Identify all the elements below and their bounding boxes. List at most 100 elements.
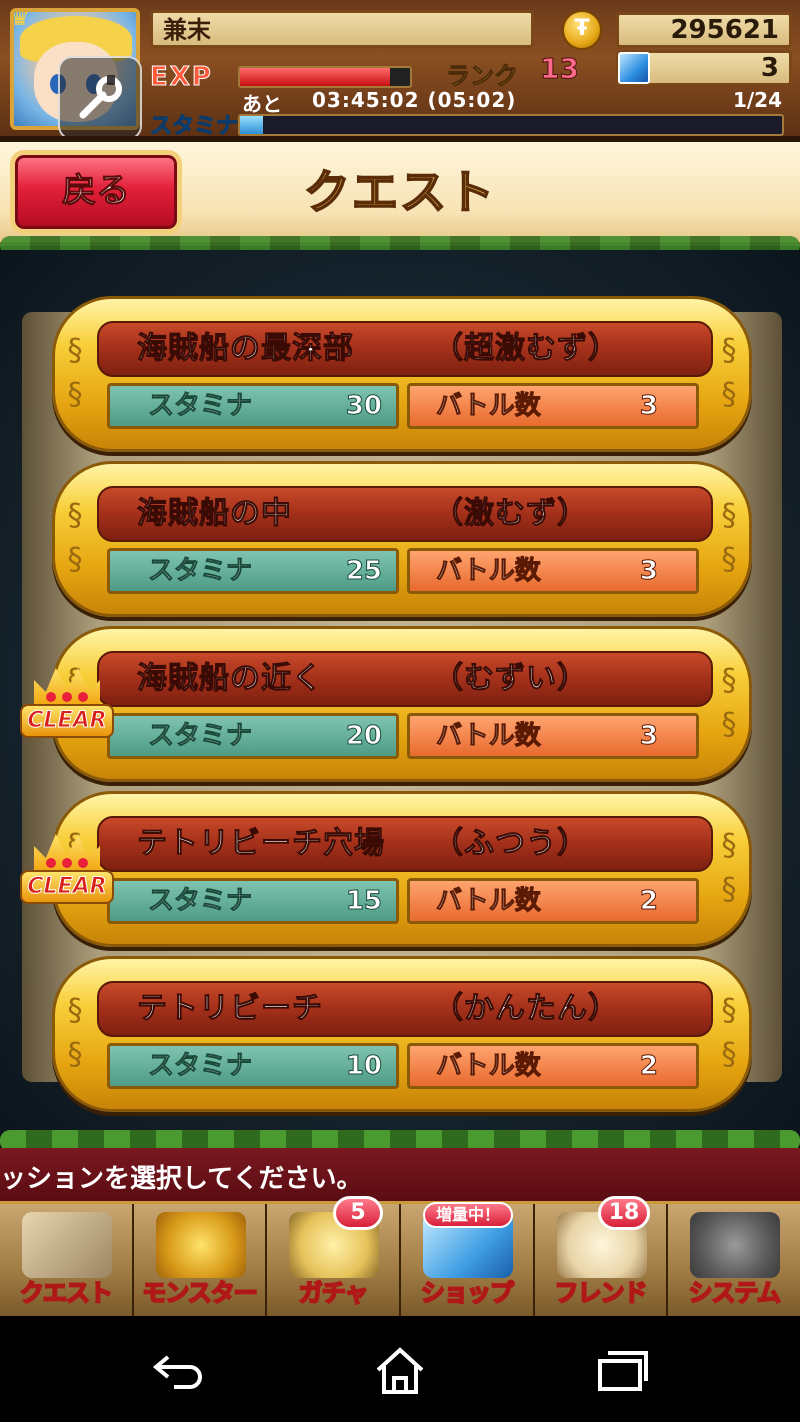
crown-icon bbox=[34, 834, 100, 874]
quest-difficulty: （超激むず） bbox=[433, 331, 619, 367]
nav-friend[interactable]: 18 フレンド bbox=[534, 1196, 669, 1316]
quest-difficulty: （むずい） bbox=[433, 661, 588, 697]
crown-jewel bbox=[78, 858, 88, 868]
quest-stamina: スタミナ 20 bbox=[107, 713, 399, 759]
stamina-label: スタミナ bbox=[149, 114, 239, 140]
curl-ornament: §§ bbox=[67, 993, 83, 1072]
shop-tag: 増量中！ bbox=[423, 1202, 514, 1228]
curl-ornament: §§ bbox=[721, 333, 737, 412]
nav-quest[interactable]: クエスト bbox=[0, 1204, 134, 1316]
exp-bar-fill bbox=[240, 68, 390, 86]
rank-label: ランク bbox=[446, 62, 519, 91]
quest-item[interactable]: § § § § 海賊船の最深部 （超激むず） スタミナ 30 バトル数 3 bbox=[52, 296, 752, 452]
quest-battles: バトル数 3 bbox=[407, 548, 699, 594]
quest-name: 海賊船の近く bbox=[137, 661, 323, 697]
exp-bar bbox=[238, 66, 412, 88]
quest-battles: バトル数 2 bbox=[407, 1043, 699, 1089]
gacha-badge: 5 bbox=[333, 1196, 384, 1230]
message-bar: ッションを選択してください。 bbox=[0, 1148, 800, 1204]
curl-ornament: §§ bbox=[721, 663, 737, 742]
battle-count-label: バトル数 bbox=[436, 886, 542, 917]
quest-difficulty: （激むず） bbox=[433, 496, 588, 532]
coin-count: 295621 bbox=[616, 12, 792, 48]
nav-monster[interactable]: モンスター bbox=[133, 1204, 268, 1316]
quest-stamina: スタミナ 10 bbox=[107, 1043, 399, 1089]
title-bar: 戻る クエスト bbox=[0, 142, 800, 246]
quest-name: テトリビーチ bbox=[137, 991, 323, 1027]
monster-icon bbox=[155, 1212, 246, 1278]
wrench-icon[interactable] bbox=[58, 56, 142, 140]
nav-shop[interactable]: 増量中！ ショップ bbox=[401, 1202, 535, 1316]
curl-ornament: §§ bbox=[721, 993, 737, 1072]
quest-map-icon bbox=[22, 1212, 112, 1278]
stamina-bar-fill bbox=[240, 116, 263, 134]
curl-ornament: §§ bbox=[67, 498, 83, 577]
nav-label: システム bbox=[688, 1278, 782, 1308]
crown-jewel bbox=[62, 692, 72, 702]
quest-item[interactable]: §§ §§ 海賊船の近く（むずい） スタミナ20 バトル数3 bbox=[52, 626, 752, 782]
gem-icon bbox=[618, 52, 650, 84]
nav-label: ガチャ bbox=[298, 1278, 370, 1308]
crown-jewel bbox=[78, 692, 88, 702]
stamina-bar bbox=[238, 114, 784, 136]
quest-stamina: スタミナ 25 bbox=[107, 548, 399, 594]
stamina-cost: 30 bbox=[345, 391, 382, 422]
stamina-cost-label: スタミナ bbox=[147, 556, 253, 587]
nav-label: クエスト bbox=[19, 1278, 114, 1308]
recents-icon[interactable] bbox=[592, 1346, 652, 1396]
bottom-nav: クエスト モンスター 5 ガチャ 増量中！ ショップ 18 フレンド システム bbox=[0, 1196, 800, 1316]
stamina-value: 1/24 bbox=[732, 88, 782, 112]
nav-label: モンスター bbox=[141, 1278, 259, 1308]
quest-name: テトリビーチ穴場 bbox=[137, 826, 385, 862]
clear-badge: CLEAR bbox=[20, 666, 114, 744]
stamina-cost: 10 bbox=[345, 1051, 382, 1082]
stamina-cost-label: スタミナ bbox=[147, 886, 253, 917]
quest-difficulty: （ふつう） bbox=[433, 826, 588, 862]
crown-jewel bbox=[46, 692, 56, 702]
curl-ornament: §§ bbox=[721, 828, 737, 907]
curl-ornament: §§ bbox=[67, 333, 83, 412]
battle-count-label: バトル数 bbox=[436, 1051, 542, 1082]
quest-title: テトリビーチ穴場 （ふつう） bbox=[97, 816, 713, 872]
crown-icon bbox=[34, 668, 100, 708]
crown-icon: ♛ bbox=[10, 8, 30, 31]
home-icon[interactable] bbox=[370, 1346, 430, 1396]
quest-list-area: § § § § 海賊船の最深部 （超激むず） スタミナ 30 バトル数 3 § § § § 海… bbox=[0, 250, 800, 1140]
nav-gacha[interactable]: 5 ガチャ bbox=[267, 1196, 402, 1316]
gear-icon bbox=[690, 1212, 781, 1278]
message-text: ッションを選択してください。 bbox=[0, 1164, 363, 1194]
quest-item[interactable]: § § § § 海賊船の中 （激むず） スタミナ 25 バトル数 3 bbox=[52, 461, 752, 617]
player-name: 兼末 bbox=[150, 10, 534, 48]
quest-title: 海賊船の中 （激むず） bbox=[97, 486, 713, 542]
back-arrow-icon[interactable] bbox=[148, 1346, 208, 1396]
exp-label: EXP bbox=[150, 62, 213, 93]
stamina-cost: 25 bbox=[345, 556, 382, 587]
quest-item[interactable]: §§ §§ テトリビーチ穴場（ふつう） スタミナ15 バトル数2 bbox=[52, 791, 752, 947]
stamina-cost-label: スタミナ bbox=[147, 391, 253, 422]
quest-battles: バトル数 3 bbox=[407, 713, 699, 759]
clear-label: CLEAR bbox=[20, 870, 114, 904]
friend-badge: 18 bbox=[597, 1196, 651, 1230]
quest-item[interactable]: § § § § テトリビーチ （かんたん） スタミナ 10 バトル数 2 bbox=[52, 956, 752, 1112]
nav-label: ショップ bbox=[420, 1278, 515, 1308]
stamina-cost-label: スタミナ bbox=[147, 721, 253, 752]
quest-title: 海賊船の最深部 （超激むず） bbox=[97, 321, 713, 377]
battle-count: 3 bbox=[639, 391, 658, 422]
quest-stamina: スタミナ 15 bbox=[107, 878, 399, 924]
crown-jewel bbox=[46, 858, 56, 868]
battle-count-label: バトル数 bbox=[436, 721, 542, 752]
quest-difficulty: （かんたん） bbox=[433, 991, 619, 1027]
stamina-cost: 20 bbox=[345, 721, 382, 752]
nav-system[interactable]: システム bbox=[668, 1204, 800, 1316]
quest-title: テトリビーチ （かんたん） bbox=[97, 981, 713, 1037]
battle-count: 3 bbox=[639, 721, 658, 752]
back-button[interactable]: 戻る bbox=[10, 150, 182, 234]
stamina-remaining-label: あと bbox=[242, 92, 282, 116]
clear-label: CLEAR bbox=[20, 704, 114, 738]
coin-icon: Ŧ bbox=[562, 10, 602, 50]
battle-count: 3 bbox=[639, 556, 658, 587]
quest-name: 海賊船の最深部 bbox=[137, 331, 354, 367]
nav-label: フレンド bbox=[554, 1278, 649, 1308]
quest-title: 海賊船の近く （むずい） bbox=[97, 651, 713, 707]
status-header: ♛ 兼末 Ŧ 295621 3 EXP ランク 13 あと 03:45:02 (… bbox=[0, 0, 800, 142]
